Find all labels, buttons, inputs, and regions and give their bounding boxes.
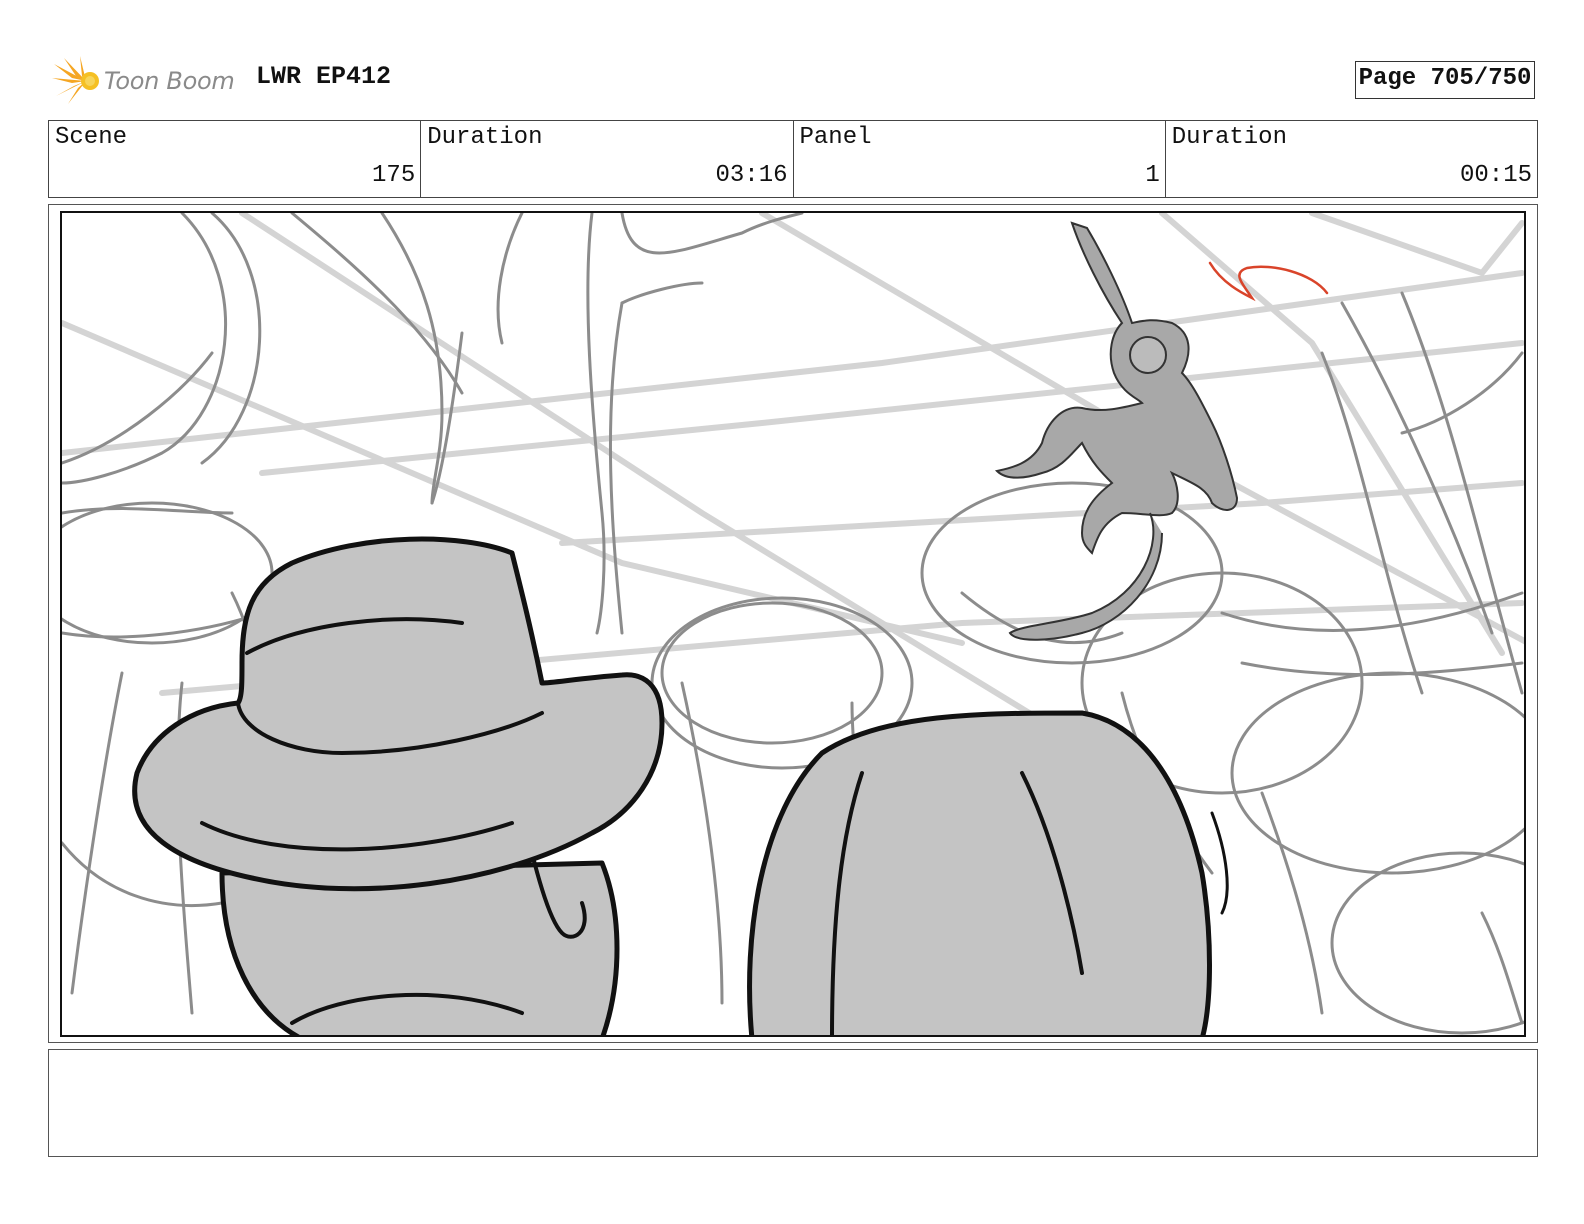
hat-character xyxy=(132,536,665,1035)
storyboard-panel xyxy=(60,211,1526,1037)
toon-boom-logo: Toon Boom xyxy=(52,56,235,106)
panel-label: Panel xyxy=(799,124,872,151)
panel-notes-box xyxy=(48,1049,1538,1157)
page-number: Page 705/750 xyxy=(1355,61,1535,99)
scene-duration-value: 03:16 xyxy=(715,162,788,189)
panel-duration-cell: Duration 00:15 xyxy=(1166,121,1537,197)
panel-value: 1 xyxy=(1145,162,1160,189)
logo-text: Toon Boom xyxy=(104,67,235,95)
panel-duration-label: Duration xyxy=(1171,124,1287,151)
starburst-logo-icon xyxy=(52,56,99,104)
scene-label: Scene xyxy=(55,124,128,151)
scene-value: 175 xyxy=(372,162,416,189)
monkey-figure xyxy=(994,221,1239,641)
back-of-head-character xyxy=(747,710,1229,1035)
project-title: LWR EP412 xyxy=(256,62,392,91)
panel-duration-value: 00:15 xyxy=(1459,162,1532,189)
scene-info-table: Scene 175 Duration 03:16 Panel 1 Duratio… xyxy=(48,120,1538,198)
panel-cell: Panel 1 xyxy=(794,121,1166,197)
scene-duration-cell: Duration 03:16 xyxy=(421,121,794,197)
storyboard-sketch xyxy=(62,213,1524,1035)
scene-cell: Scene 175 xyxy=(49,121,422,197)
scene-duration-label: Duration xyxy=(427,124,543,151)
